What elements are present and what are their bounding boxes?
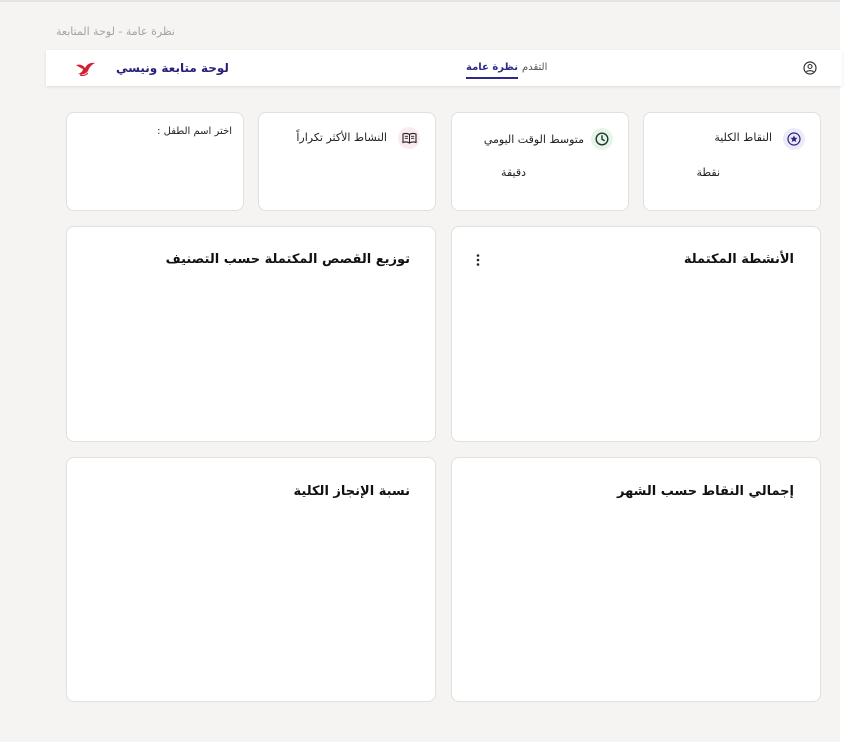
avg-daily-time-unit: دقيقة xyxy=(501,166,526,179)
brand-title[interactable]: لوحة متابعة ونيسي xyxy=(116,61,229,75)
scroll-gutter xyxy=(840,0,862,742)
tab-progress[interactable]: التقدم xyxy=(522,62,547,73)
tab-overview[interactable]: نظرة عامة xyxy=(466,62,518,79)
child-select-label: اختر اسم الطفل : xyxy=(157,126,232,137)
completed-activities-title: الأنشطة المكتملة xyxy=(683,252,794,267)
brand-logo-icon xyxy=(76,62,95,76)
total-points-unit: نقطة xyxy=(696,166,720,179)
most-frequent-activity-title: النشاط الأكثر تكراراً xyxy=(296,131,387,144)
avg-daily-time-title: متوسط الوقت اليومي xyxy=(483,133,584,146)
completed-activities-card: الأنشطة المكتملة xyxy=(451,226,821,442)
points-by-month-title: إجمالي النقاط حسب الشهر xyxy=(616,484,794,499)
tab-progress-label: التقدم xyxy=(522,62,548,73)
breadcrumb: نظرة عامة - لوحة المتابعة xyxy=(55,25,175,38)
total-points-title: النقاط الكلية xyxy=(714,131,772,144)
book-icon xyxy=(398,127,420,149)
overall-completion-card: نسبة الإنجاز الكلية xyxy=(66,457,436,702)
user-circle-icon[interactable] xyxy=(803,61,817,75)
avg-daily-time-card: متوسط الوقت اليومي دقيقة xyxy=(451,112,629,211)
child-select-card[interactable]: اختر اسم الطفل : xyxy=(66,112,244,211)
more-vertical-icon[interactable] xyxy=(474,253,482,267)
active-tab-indicator xyxy=(466,77,518,79)
total-points-card: النقاط الكلية نقطة xyxy=(643,112,821,211)
most-frequent-activity-card: النشاط الأكثر تكراراً xyxy=(258,112,436,211)
clock-icon xyxy=(591,128,613,150)
tab-overview-label: نظرة عامة xyxy=(466,62,518,73)
stories-by-category-title: توزيع القصص المكتملة حسب التصنيف xyxy=(165,252,410,267)
points-by-month-card: إجمالي النقاط حسب الشهر xyxy=(451,457,821,702)
stories-by-category-card: توزيع القصص المكتملة حسب التصنيف xyxy=(66,226,436,442)
overall-completion-title: نسبة الإنجاز الكلية xyxy=(293,484,411,499)
navbar: لوحة متابعة ونيسي نظرة عامة التقدم xyxy=(46,50,842,86)
star-icon xyxy=(783,128,805,150)
top-divider xyxy=(0,0,862,2)
